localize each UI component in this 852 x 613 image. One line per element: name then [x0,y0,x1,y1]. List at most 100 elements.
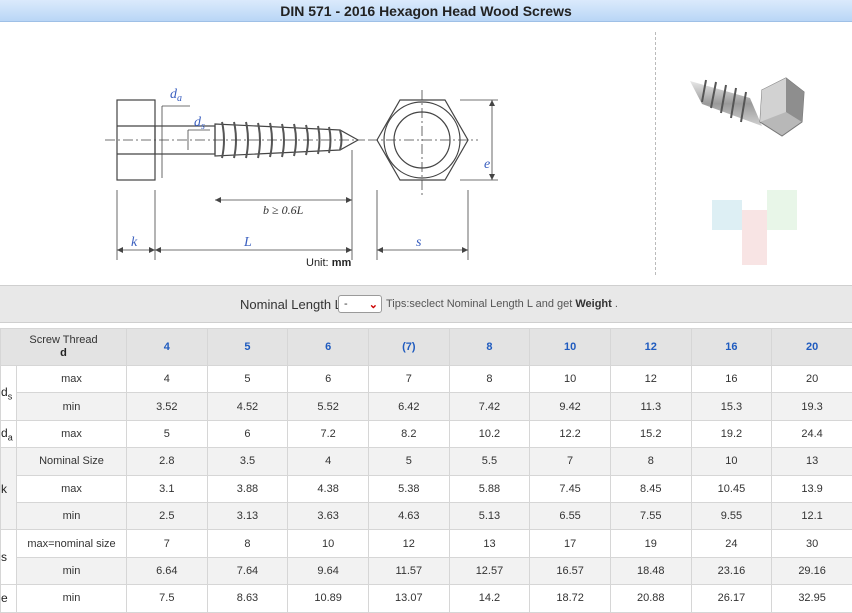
table-cell: 5.38 [367,474,450,503]
tolerance-label: Nominal Size [16,447,127,476]
table-cell: 3.63 [287,501,369,531]
size-header: 12 [609,328,692,366]
table-row: min 6.64 7.64 9.64 11.57 12.57 16.57 18.48 23.16… [1,556,852,586]
table-cell: 12.57 [448,556,531,586]
tolerance-label: max=nominal size [16,529,127,558]
table-cell: 7.55 [609,501,692,531]
size-header: 5 [206,328,289,366]
page-title: DIN 571 - 2016 Hexagon Head Wood Screws [0,0,852,22]
label-ds: ds [194,115,205,132]
table-cell: 30 [771,529,852,558]
table-cell: 3.52 [126,392,208,421]
table-cell: 8.63 [206,584,289,613]
size-header: 10 [529,328,611,366]
table-cell: 26.17 [690,584,773,613]
table-row: max 3.1 3.88 4.38 5.38 5.88 7.45 8.45 10.45 13.9 [1,474,852,503]
tolerance-label: min [16,501,127,531]
table-cell: 32.95 [771,584,852,613]
size-header: 4 [126,328,208,366]
table-cell: 15.2 [609,419,692,449]
label-k: k [131,235,138,250]
table-cell: 13.9 [771,474,852,503]
nominal-length-label: Nominal Length L [240,297,342,312]
table-cell: 3.5 [206,447,289,476]
table-cell: 5 [206,364,289,394]
table-row: s max=nominal size 7 8 10 12 13 17 19 24 30 [0,529,852,586]
table-cell: 12.1 [771,501,852,531]
table-cell: 6 [287,364,369,394]
tolerance-label: max [16,474,127,503]
label-b: b ≥ 0.6L [263,203,304,217]
size-header: 6 [287,328,369,366]
table-cell: 4.63 [367,501,450,531]
table-cell: 24 [690,529,773,558]
tolerance-label: min [16,584,127,613]
table-cell: 5.13 [448,501,531,531]
table-cell: 8.2 [367,419,450,449]
tolerance-label: max [16,419,127,449]
label-s: s [416,235,422,250]
dimension-label: ds [0,365,17,421]
table-cell: 2.8 [126,447,208,476]
table-cell: 19.2 [690,419,773,449]
table-cell: 11.57 [367,556,450,586]
table-cell: 5 [126,419,208,449]
table-row: k Nominal Size 2.8 3.5 4 5 5.5 7 8 10 13 [0,447,852,531]
table-cell: 10 [690,447,773,476]
table-cell: 4 [126,364,208,394]
table-cell: 6.42 [367,392,450,421]
table-cell: 7.5 [126,584,208,613]
table-cell: 7 [126,529,208,558]
table-cell: 16.57 [529,556,611,586]
table-cell: 8 [609,447,692,476]
table-header-row: Screw Thread d 4 5 6 (7) 8 10 12 16 20 [0,328,852,366]
dimension-label: da [0,419,17,449]
table-cell: 5 [367,447,450,476]
label-L: L [243,235,252,250]
selected-value: - [344,298,348,310]
table-cell: 8 [206,529,289,558]
table-cell: 24.4 [771,419,852,449]
table-cell: 18.72 [529,584,611,613]
table-cell: 23.16 [690,556,773,586]
size-header: (7) [367,328,450,366]
table-cell: 5.88 [448,474,531,503]
tips-text: Tips:seclect Nominal Length L and get We… [386,298,618,310]
table-cell: 8.45 [609,474,692,503]
dimension-label: s [0,529,17,586]
watermark-logo [712,190,797,265]
table-cell: 19.3 [771,392,852,421]
table-cell: 15.3 [690,392,773,421]
table-cell: 20.88 [609,584,692,613]
size-header: 16 [690,328,773,366]
table-cell: 9.55 [690,501,773,531]
table-cell: 7 [529,447,611,476]
table-cell: 6 [206,419,289,449]
screw-thread-header: Screw Thread d [0,328,127,366]
table-cell: 10.2 [448,419,531,449]
nominal-length-select[interactable]: - ⌄ [338,295,382,313]
label-e: e [484,157,490,172]
table-cell: 20 [771,364,852,394]
table-cell: 11.3 [609,392,692,421]
table-row: da max 5 6 7.2 8.2 10.2 12.2 15.2 19.2 24.4 [0,419,852,449]
unit-note: Unit: mm [306,257,352,269]
table-cell: 10 [529,364,611,394]
tolerance-label: max [16,364,127,394]
table-cell: 2.5 [126,501,208,531]
table-row: min 2.5 3.13 3.63 4.63 5.13 6.55 7.55 9.55 12.1 [1,501,852,531]
table-cell: 13.07 [367,584,450,613]
dimension-label: k [0,447,17,531]
table-cell: 13 [448,529,531,558]
table-cell: 17 [529,529,611,558]
table-cell: 12 [367,529,450,558]
table-cell: 9.42 [529,392,611,421]
table-row: e min 7.5 8.63 10.89 13.07 14.2 18.72 20.88 26.17… [0,584,852,613]
table-cell: 4.52 [206,392,289,421]
table-cell: 12 [609,364,692,394]
table-cell: 9.64 [287,556,369,586]
table-cell: 29.16 [771,556,852,586]
table-row: min 3.52 4.52 5.52 6.42 7.42 9.42 11.3 15.3 19.3 [1,392,852,421]
table-cell: 18.48 [609,556,692,586]
table-cell: 7.45 [529,474,611,503]
